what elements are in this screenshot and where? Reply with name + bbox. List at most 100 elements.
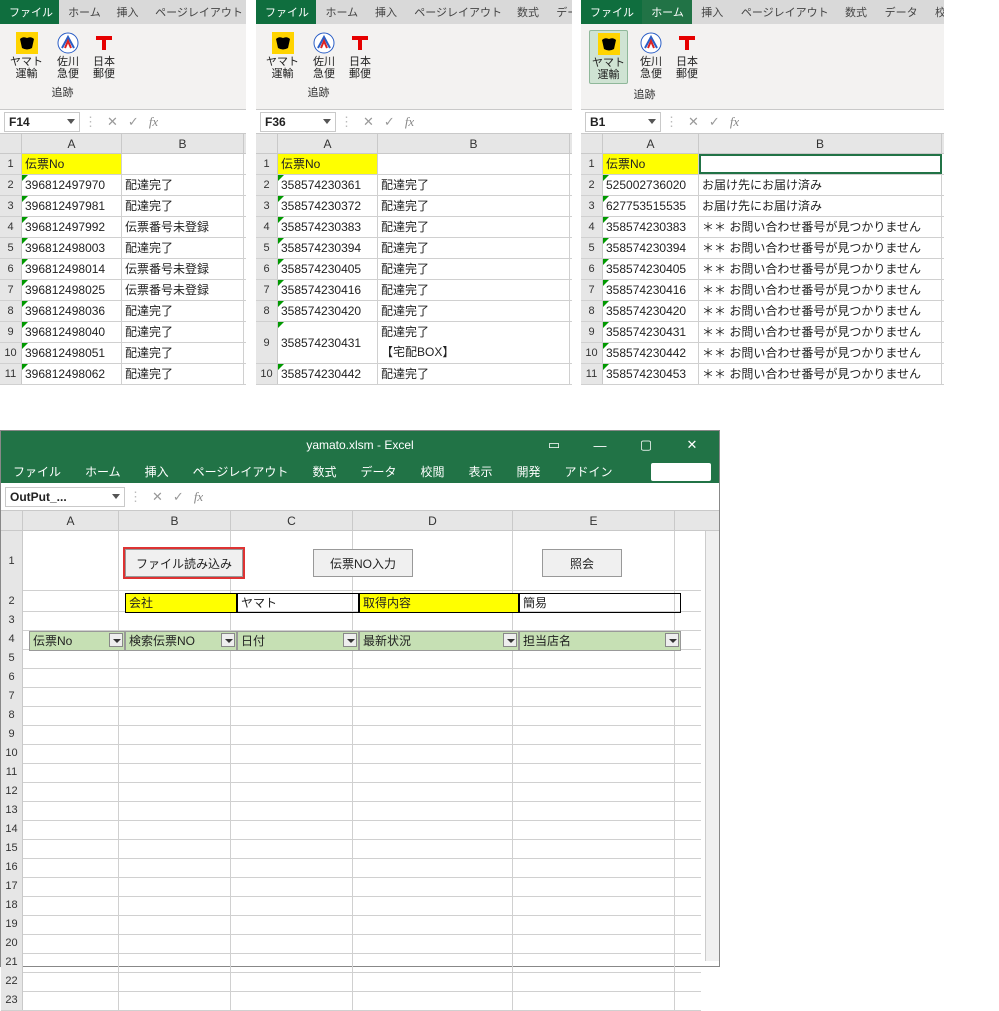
col-header-c[interactable]: C — [231, 511, 353, 530]
cell[interactable]: 396812497981 — [22, 196, 122, 216]
cell[interactable] — [353, 686, 513, 706]
cell[interactable]: 配達完了 — [122, 175, 244, 195]
cell[interactable]: ＊＊ お問い合わせ番号が見つかりません — [699, 364, 942, 384]
row-header[interactable]: 1 — [1, 531, 23, 591]
cell[interactable] — [23, 800, 119, 820]
tab-formula[interactable]: 数式 — [508, 0, 547, 24]
tab-file[interactable]: ファイル — [256, 0, 316, 24]
cell[interactable] — [119, 895, 231, 915]
tab-formula[interactable]: 数式 — [836, 0, 876, 24]
filter-icon[interactable] — [665, 633, 679, 647]
cell[interactable]: 358574230361 — [278, 175, 378, 195]
cell[interactable] — [231, 800, 353, 820]
cell[interactable] — [23, 610, 119, 630]
cell[interactable] — [353, 952, 513, 972]
row-header[interactable]: 7 — [1, 686, 23, 706]
cell[interactable]: ＊＊ お問い合わせ番号が見つかりません — [699, 280, 942, 300]
carrier-jpost[interactable]: 日本 郵便 — [91, 30, 117, 82]
tab-8[interactable]: 開発 — [505, 459, 553, 483]
cell[interactable]: ＊＊ お問い合わせ番号が見つかりません — [699, 259, 942, 279]
cell[interactable]: 伝票No — [22, 154, 122, 174]
tab-7[interactable]: 表示 — [456, 459, 504, 483]
tab-5[interactable]: データ — [348, 459, 408, 483]
slip-input-button[interactable]: 伝票NO入力 — [313, 549, 413, 577]
cell[interactable] — [353, 819, 513, 839]
cell[interactable] — [231, 933, 353, 953]
cell[interactable] — [513, 819, 675, 839]
cell[interactable] — [231, 781, 353, 801]
cell[interactable] — [231, 648, 353, 668]
cell[interactable] — [23, 591, 119, 611]
cell[interactable] — [23, 895, 119, 915]
carrier-yamato[interactable]: ヤマト 運輸 — [264, 30, 301, 82]
carrier-jpost[interactable]: 日本 郵便 — [674, 30, 700, 84]
row-header[interactable]: 2 — [581, 175, 603, 195]
tab-2[interactable]: 挿入 — [133, 459, 181, 483]
cell[interactable]: 396812498025 — [22, 280, 122, 300]
row-header[interactable]: 12 — [1, 781, 23, 801]
carrier-yamato[interactable]: ヤマト 運輸 — [8, 30, 45, 82]
cell[interactable] — [119, 876, 231, 896]
tab-6[interactable]: 校閲 — [408, 459, 456, 483]
cell[interactable] — [513, 952, 675, 972]
cell[interactable] — [23, 531, 119, 591]
cell[interactable] — [353, 743, 513, 763]
cell[interactable]: 配達完了 — [122, 238, 244, 258]
tab-file[interactable]: ファイル — [0, 0, 59, 24]
tab-home[interactable]: ホーム — [59, 0, 107, 24]
row-header[interactable]: 4 — [1, 629, 23, 649]
cell[interactable] — [23, 876, 119, 896]
share-button[interactable]: ♂ 共有 — [651, 463, 711, 481]
cell[interactable] — [23, 990, 119, 1010]
row-header[interactable]: 10 — [0, 343, 22, 363]
cell[interactable] — [119, 933, 231, 953]
cell[interactable] — [231, 667, 353, 687]
row-header[interactable]: 2 — [256, 175, 278, 195]
col-header-e[interactable]: E — [513, 511, 675, 530]
col-header-a[interactable]: A — [23, 511, 119, 530]
cell[interactable] — [513, 648, 675, 668]
cell[interactable] — [353, 610, 513, 630]
cell[interactable] — [353, 933, 513, 953]
row-header[interactable]: 6 — [0, 259, 22, 279]
cell[interactable] — [231, 610, 353, 630]
cell[interactable] — [119, 838, 231, 858]
cell[interactable] — [378, 154, 570, 174]
cell[interactable]: 396812498014 — [22, 259, 122, 279]
cell[interactable] — [231, 876, 353, 896]
cell[interactable]: 396812498051 — [22, 343, 122, 363]
row-header[interactable]: 2 — [0, 175, 22, 195]
cell[interactable] — [119, 648, 231, 668]
tab-insert[interactable]: 挿入 — [692, 0, 732, 24]
row-header[interactable]: 17 — [1, 876, 23, 896]
col-header-a[interactable]: A — [603, 134, 699, 153]
cell[interactable]: 伝票番号未登録 — [122, 280, 244, 300]
cell[interactable]: 358574230431 — [603, 322, 699, 342]
col-header-d[interactable]: D — [353, 511, 513, 530]
cell[interactable] — [23, 724, 119, 744]
tab-file[interactable]: ファイル — [581, 0, 642, 24]
fx-icon[interactable]: fx — [405, 114, 414, 130]
col-header-b[interactable]: B — [122, 134, 244, 153]
cell[interactable]: 配達完了 — [378, 238, 570, 258]
cell[interactable] — [231, 819, 353, 839]
tab-0[interactable]: ファイル — [1, 459, 73, 483]
cell[interactable] — [119, 610, 231, 630]
cell[interactable]: お届け先にお届け済み — [699, 175, 942, 195]
row-header[interactable]: 6 — [1, 667, 23, 687]
select-all-corner[interactable] — [256, 134, 278, 153]
row-header[interactable]: 5 — [1, 648, 23, 668]
cell[interactable] — [23, 838, 119, 858]
cell[interactable] — [231, 857, 353, 877]
tab-layout[interactable]: ページレイアウト — [405, 0, 508, 24]
cell[interactable]: 358574230420 — [278, 301, 378, 321]
cell[interactable] — [231, 724, 353, 744]
row-header[interactable]: 21 — [1, 952, 23, 972]
tab-review[interactable]: 校閲 — [926, 0, 944, 24]
cell[interactable]: 配達完了 — [378, 175, 570, 195]
cell[interactable] — [513, 610, 675, 630]
maximize-button[interactable]: ▢ — [623, 431, 669, 459]
lookup-button[interactable]: 照会 — [542, 549, 622, 577]
cell[interactable] — [231, 971, 353, 991]
cell[interactable] — [231, 990, 353, 1010]
